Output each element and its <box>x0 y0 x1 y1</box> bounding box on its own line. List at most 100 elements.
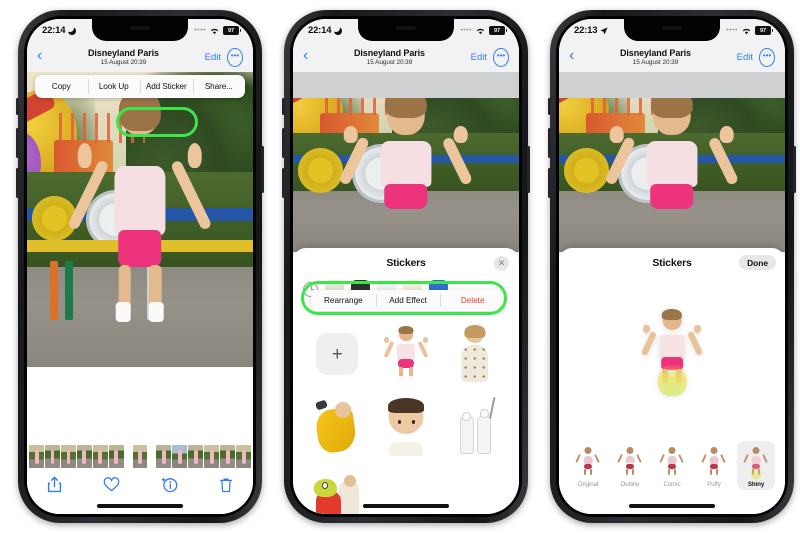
power-button[interactable] <box>793 146 796 193</box>
mute-switch[interactable] <box>548 98 551 115</box>
mini-leg-right <box>715 468 719 476</box>
sticker-hair <box>398 325 414 334</box>
volume-down-button[interactable] <box>16 168 19 198</box>
filmstrip-thumb[interactable] <box>29 445 44 468</box>
mute-switch[interactable] <box>282 98 285 115</box>
sticker-cell[interactable] <box>440 318 509 390</box>
context-menu-item-add-effect[interactable]: Add Effect <box>375 290 441 311</box>
volume-down-button[interactable] <box>548 168 551 198</box>
sheet-title: Stickers <box>652 257 692 269</box>
effect-option-puffy[interactable]: Puffy <box>695 441 733 490</box>
ellipsis-circle-icon[interactable]: ••• <box>759 47 775 67</box>
location-arrow-icon <box>600 26 608 34</box>
sticker-eye-right <box>411 420 416 424</box>
filmstrip-thumb[interactable] <box>108 445 124 468</box>
context-menu-item-look-up[interactable]: Look Up <box>87 75 141 98</box>
filmstrip-thumb[interactable] <box>236 445 251 468</box>
sticker-baby-face[interactable] <box>383 396 429 456</box>
context-menu-item-rearrange[interactable]: Rearrange <box>311 290 376 311</box>
effect-option-outline[interactable]: Outline <box>611 441 649 490</box>
sticker-cell[interactable] <box>303 390 372 462</box>
child-leg-right <box>148 264 162 307</box>
power-button[interactable] <box>261 146 264 193</box>
filmstrip-thumb[interactable] <box>204 445 220 468</box>
filmstrip-thumb[interactable] <box>60 445 76 468</box>
effect-option-original[interactable]: Original <box>569 441 607 490</box>
info-sparkle-icon[interactable] <box>160 476 178 493</box>
photo-filmstrip[interactable] <box>27 444 253 469</box>
mini-head <box>584 446 592 454</box>
page-title: Disneyland Paris <box>88 47 159 58</box>
edit-button[interactable]: Edit <box>737 52 753 63</box>
photo-image[interactable] <box>293 72 519 252</box>
filmstrip-thumb[interactable] <box>156 445 172 468</box>
filmstrip-thumb[interactable] <box>92 445 108 468</box>
share-icon[interactable] <box>47 476 62 493</box>
trash-icon[interactable] <box>219 477 233 493</box>
sticker-preview[interactable] <box>559 290 785 410</box>
sticker-cell[interactable] <box>303 462 372 514</box>
sticker-jumping-kid-shiny[interactable] <box>641 306 703 396</box>
filmstrip-thumb[interactable] <box>44 445 60 468</box>
thumb-subject <box>178 450 182 465</box>
mini-leg-right <box>673 468 677 476</box>
edit-button[interactable]: Edit <box>205 52 221 63</box>
sticker-jumping-kid[interactable] <box>383 324 429 384</box>
sticker-turtle-costume[interactable] <box>314 468 360 514</box>
wifi-icon <box>210 28 219 34</box>
effect-option-shiny[interactable]: Shiny <box>737 441 775 490</box>
home-indicator[interactable] <box>97 504 183 508</box>
filmstrip-thumb[interactable] <box>220 445 236 468</box>
moon-icon <box>331 24 343 35</box>
sticker-cell-add[interactable]: + <box>303 318 372 390</box>
volume-down-button[interactable] <box>282 168 285 198</box>
thumb-subject <box>162 450 166 465</box>
sticker-arm-right <box>687 330 703 356</box>
status-time: 22:14 <box>42 25 66 36</box>
done-button[interactable]: Done <box>739 255 776 270</box>
sticker-shirt <box>396 343 416 360</box>
effect-thumbnail <box>659 444 686 479</box>
ellipsis-circle-icon[interactable]: ••• <box>227 47 243 67</box>
volume-up-button[interactable] <box>548 128 551 158</box>
sticker-stormtroopers[interactable] <box>452 396 498 456</box>
sticker-yellow-raincoat[interactable] <box>314 396 360 456</box>
home-indicator[interactable] <box>629 504 715 508</box>
nav-title-block: Disneyland Paris 15 August 20:39 <box>42 48 204 67</box>
page-subtitle: 15 August 20:39 <box>632 58 679 66</box>
power-button[interactable] <box>527 146 530 193</box>
sticker-cell[interactable] <box>440 390 509 462</box>
context-menu-item-add-sticker[interactable]: Add Sticker <box>140 75 193 98</box>
sticker-hair <box>464 324 486 338</box>
edit-button[interactable]: Edit <box>471 52 487 63</box>
filmstrip-thumb-selected[interactable] <box>132 445 148 468</box>
home-indicator[interactable] <box>363 504 449 508</box>
sticker-context-menu[interactable]: Rearrange Add Effect Delete <box>311 290 505 311</box>
page-title: Disneyland Paris <box>354 47 425 58</box>
filmstrip-thumb[interactable] <box>76 445 92 468</box>
mute-switch[interactable] <box>16 98 19 115</box>
volume-up-button[interactable] <box>282 128 285 158</box>
filmstrip-thumb[interactable] <box>188 445 204 468</box>
photo-image[interactable] <box>559 72 785 252</box>
thumb-subject <box>138 450 143 465</box>
photo-image[interactable] <box>27 72 253 367</box>
status-left: 22:14 <box>42 24 77 36</box>
speaker-icon <box>130 26 150 30</box>
effect-label: Comic <box>663 481 681 488</box>
filmstrip-thumb[interactable] <box>172 445 188 468</box>
sticker-cell[interactable] <box>372 390 441 462</box>
context-menu-item-delete[interactable]: Delete <box>440 290 505 311</box>
ellipsis-circle-icon[interactable]: ••• <box>493 47 509 67</box>
context-menu-item-copy[interactable]: Copy <box>35 75 88 98</box>
volume-up-button[interactable] <box>16 128 19 158</box>
context-menu-item-share[interactable]: Share... <box>192 75 246 98</box>
close-x-icon[interactable]: ✕ <box>494 256 509 271</box>
add-sticker-button[interactable]: + <box>316 333 359 375</box>
mini-arm-left <box>743 453 750 463</box>
heart-icon[interactable] <box>103 477 120 492</box>
context-menu[interactable]: Copy Look Up Add Sticker Share... <box>35 75 245 98</box>
effect-option-comic[interactable]: Comic <box>653 441 691 490</box>
sticker-cell[interactable] <box>372 318 441 390</box>
sticker-pajama-kid[interactable] <box>452 324 498 384</box>
